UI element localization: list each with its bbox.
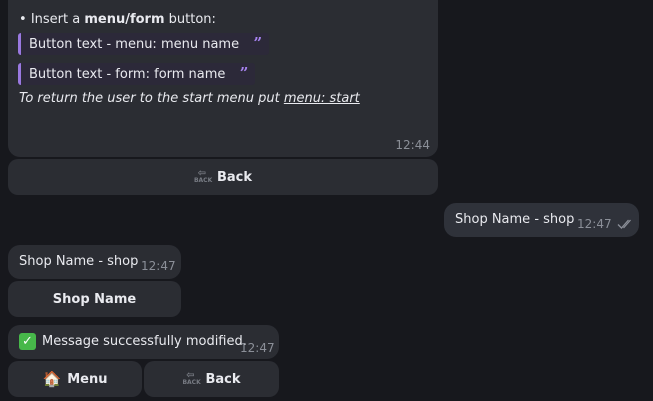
outgoing-message: Shop Name - shop 12:47 bbox=[444, 203, 639, 237]
quote-menu-text: Button text - menu: menu name bbox=[29, 36, 240, 52]
back-arrow-icon: ⇦ BACK bbox=[193, 168, 213, 184]
menu-button[interactable]: 🏠 Menu bbox=[8, 361, 142, 397]
shop-name-button[interactable]: Shop Name bbox=[8, 281, 181, 317]
instructions-message: • Insert a menu/form button: Button text… bbox=[8, 0, 438, 157]
back-button[interactable]: ⇦ BACK Back bbox=[144, 361, 279, 397]
menu-button-label: Menu bbox=[67, 371, 108, 387]
back-button[interactable]: ⇦ BACK Back bbox=[8, 159, 438, 195]
return-text: To return the user to the start menu put bbox=[19, 91, 284, 106]
success-message: ✓ Message successfully modified. 12:47 bbox=[8, 325, 279, 359]
insert-prefix: Insert a bbox=[30, 12, 85, 27]
quote-form: Button text - form: form name ” bbox=[18, 63, 256, 85]
shop-name-button-label: Shop Name bbox=[52, 291, 137, 307]
message-time: 12:47 bbox=[141, 259, 176, 273]
double-check-icon bbox=[617, 218, 635, 234]
message-time: 12:47 bbox=[240, 341, 275, 355]
bullet: • bbox=[19, 12, 31, 27]
insert-suffix: button: bbox=[164, 12, 216, 27]
check-mark-icon: ✓ bbox=[19, 333, 36, 350]
quote-icon: ” bbox=[253, 34, 263, 52]
return-line: To return the user to the start menu put… bbox=[19, 91, 360, 106]
insert-bold: menu/form bbox=[84, 12, 165, 27]
success-line: ✓ Message successfully modified. bbox=[19, 333, 247, 350]
shop-message-text: Shop Name - shop bbox=[19, 254, 139, 269]
quote-menu: Button text - menu: menu name ” bbox=[18, 33, 270, 55]
shop-message: Shop Name - shop 12:47 bbox=[8, 245, 181, 279]
message-time: 12:44 bbox=[395, 138, 430, 152]
message-time: 12:47 bbox=[577, 217, 612, 231]
quote-form-text: Button text - form: form name bbox=[29, 66, 226, 82]
back-button-label: Back bbox=[205, 371, 241, 387]
back-arrow-icon: ⇦ BACK bbox=[182, 370, 201, 386]
back-button-label: Back bbox=[216, 169, 253, 185]
insert-line: • Insert a menu/form button: bbox=[19, 12, 216, 27]
return-link[interactable]: menu: start bbox=[284, 91, 360, 106]
house-icon: 🏠 bbox=[42, 370, 62, 388]
outgoing-text: Shop Name - shop bbox=[455, 212, 575, 227]
success-text: Message successfully modified. bbox=[42, 334, 247, 349]
quote-icon: ” bbox=[239, 64, 249, 82]
